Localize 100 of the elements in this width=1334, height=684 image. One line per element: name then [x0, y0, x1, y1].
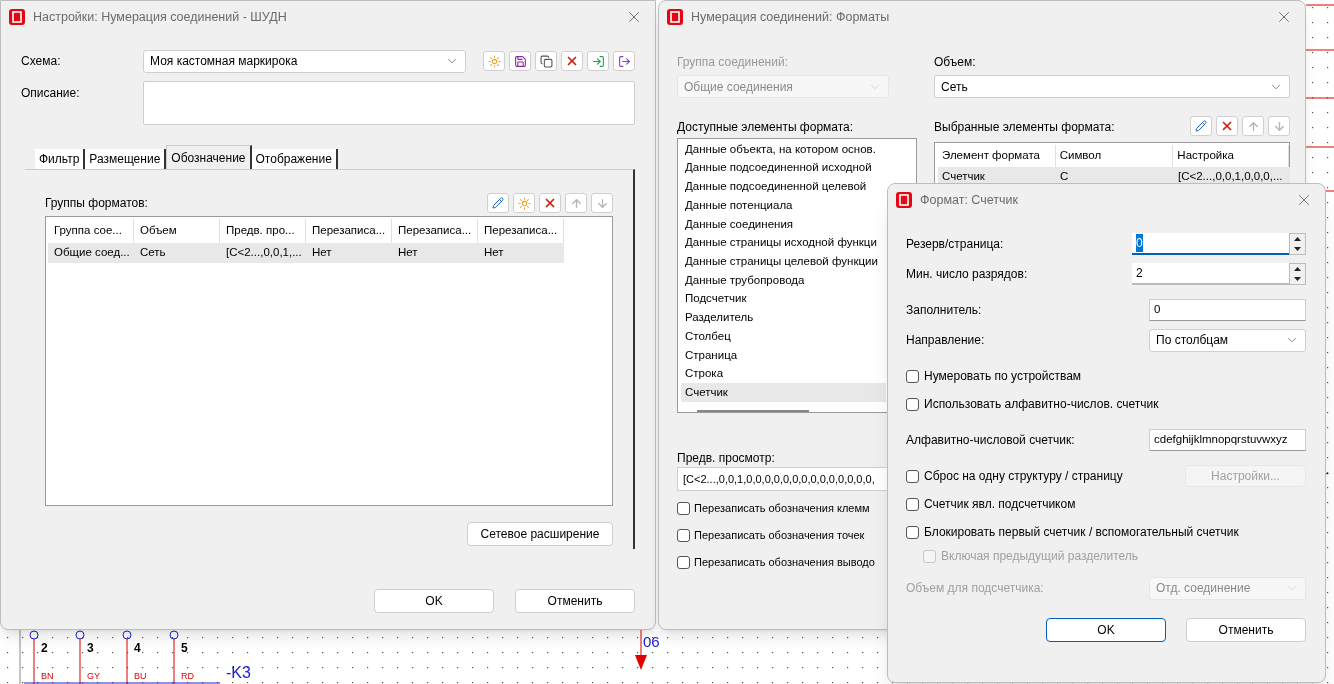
wire-color-label: GY	[87, 671, 100, 681]
wire-line	[1305, 146, 1334, 148]
arrow-down-icon	[1272, 119, 1286, 133]
save-icon	[513, 54, 527, 68]
pencil-icon	[1195, 120, 1207, 132]
checkbox[interactable]	[677, 502, 690, 515]
ok-button[interactable]: OK	[374, 589, 494, 613]
field-label: Группа соединений:	[677, 54, 789, 71]
description-field[interactable]	[143, 81, 635, 125]
text-field[interactable]: 0	[1149, 299, 1306, 321]
spin-field[interactable]: 2	[1132, 263, 1289, 285]
terminal-symbol	[75, 630, 85, 684]
delete-button[interactable]	[1216, 116, 1238, 136]
table-cell-text: Нет	[397, 245, 419, 261]
wire-color-label: RD	[181, 671, 194, 681]
list-item[interactable]: Счетчик	[681, 383, 886, 403]
marker-label: 06	[643, 633, 660, 650]
delete-icon	[565, 54, 579, 68]
spin-buttons[interactable]	[1289, 233, 1306, 255]
wire-line	[1305, 49, 1334, 51]
field-label: Алфавитно-числовой счетчик:	[906, 432, 1076, 449]
delete-icon	[1220, 119, 1234, 133]
checkbox-label: Сброс на одну структуру / страницу	[924, 468, 1123, 485]
terminal-number: 3	[87, 641, 94, 655]
app-icon	[9, 9, 25, 25]
checkbox-label: Использовать алфавитно-числов. счетчик	[924, 396, 1159, 413]
field-label: Мин. число разрядов:	[906, 266, 1029, 283]
dropdown[interactable]: По столбцам	[1149, 328, 1306, 352]
checkbox-label: Включая предыдущий разделитель	[941, 548, 1139, 565]
checkbox[interactable]	[906, 469, 919, 483]
scheme-dropdown[interactable]: Моя кастомная маркирока	[143, 49, 466, 73]
checkbox[interactable]	[906, 369, 919, 383]
terminal-symbol	[169, 630, 179, 684]
field-label: Направление:	[906, 332, 986, 349]
device-label: -K3	[226, 664, 251, 681]
table-cell-text: Нет	[483, 245, 505, 261]
window-title: Нумерация соединений: Форматы	[691, 8, 890, 26]
export-button[interactable]	[613, 51, 635, 71]
import-button[interactable]	[587, 51, 609, 71]
sun-icon	[487, 54, 501, 68]
table-cell-text: [C<2...,0,0,1,...	[225, 245, 303, 261]
field-label: Предв. просмотр:	[677, 450, 776, 467]
window-title: Настройки: Нумерация соединений - ШУДН	[33, 8, 287, 26]
copy-button[interactable]	[535, 51, 557, 71]
checkbox[interactable]	[906, 397, 919, 411]
scrollbar-thumb[interactable]	[697, 410, 809, 413]
checkbox[interactable]	[906, 525, 919, 539]
text-field[interactable]: cdefghijklmnopqrstuvwxyz	[1149, 429, 1306, 451]
scope-dropdown[interactable]: Сеть	[934, 75, 1290, 98]
copy-icon	[539, 54, 553, 68]
edit-button[interactable]	[1190, 116, 1212, 136]
section-label: Выбранные элементы формата:	[934, 119, 1115, 136]
frame-line	[19, 629, 21, 684]
pencil-icon	[492, 197, 504, 209]
save-button[interactable]	[509, 51, 531, 71]
terminal-symbol	[29, 630, 39, 684]
spin-field[interactable]: 0	[1132, 233, 1289, 255]
field-label: Объем:	[934, 54, 977, 71]
checkbox[interactable]	[906, 497, 919, 511]
wire-line	[1305, 4, 1334, 6]
arrow-up-icon	[569, 196, 583, 210]
export-icon	[617, 54, 631, 68]
tab[interactable]: Отображение	[251, 149, 338, 169]
terminal-symbol	[122, 630, 132, 684]
table-row[interactable]: Общие соед... Сеть [C<2...,0,0,1,... Нет Нет Нет	[48, 243, 564, 263]
field-label: Резерв/страница:	[906, 236, 1005, 253]
delete-button[interactable]	[539, 193, 561, 213]
field-label: Схема:	[21, 53, 62, 70]
field-label: Описание:	[21, 85, 81, 102]
field-label: Заполнитель:	[906, 302, 983, 319]
table-cell-text: [C<2...,0,0,1,0,0,0,...	[1177, 168, 1284, 184]
checkbox-label: Счетчик явл. подсчетчиком	[924, 496, 1076, 513]
spin-buttons[interactable]	[1289, 263, 1306, 285]
network-extension-button[interactable]: Сетевое расширение	[467, 522, 613, 546]
checkbox-label: Перезаписать обозначения выводо	[694, 555, 875, 571]
table-cell-text: C	[1059, 168, 1070, 184]
arrow-up-icon	[1246, 119, 1260, 133]
tab[interactable]: Размещение	[85, 149, 167, 169]
table-cell-text: Счетчик	[941, 168, 986, 184]
delete-button[interactable]	[561, 51, 583, 71]
terminal-number: 5	[181, 641, 188, 655]
cancel-button[interactable]: Отменить	[515, 589, 635, 613]
section-label: Доступные элементы формата:	[677, 119, 855, 136]
checkbox[interactable]	[677, 529, 690, 542]
edit-button[interactable]	[487, 193, 509, 213]
tab[interactable]: Фильтр	[35, 149, 86, 169]
section-label: Группы форматов:	[45, 195, 148, 212]
checkbox-label: Перезаписать обозначения точек	[694, 528, 865, 544]
ok-button[interactable]: OK	[1046, 618, 1166, 642]
tab[interactable]: Обозначение	[166, 145, 252, 169]
sun-icon	[517, 196, 531, 210]
checkbox[interactable]	[677, 556, 690, 569]
checkbox-label: Блокировать первый счетчик / вспомогательный счетчик	[924, 524, 1239, 541]
arrow-down-icon	[595, 196, 609, 210]
cancel-button[interactable]: Отменить	[1186, 618, 1306, 642]
field-label: Объем для подсчетчика:	[906, 580, 1045, 597]
checkbox-label: Перезаписать обозначения клемм	[694, 501, 870, 517]
wire-line	[1305, 97, 1334, 99]
import-icon	[591, 54, 605, 68]
checkbox-label: Нумеровать по устройствам	[924, 368, 1082, 385]
